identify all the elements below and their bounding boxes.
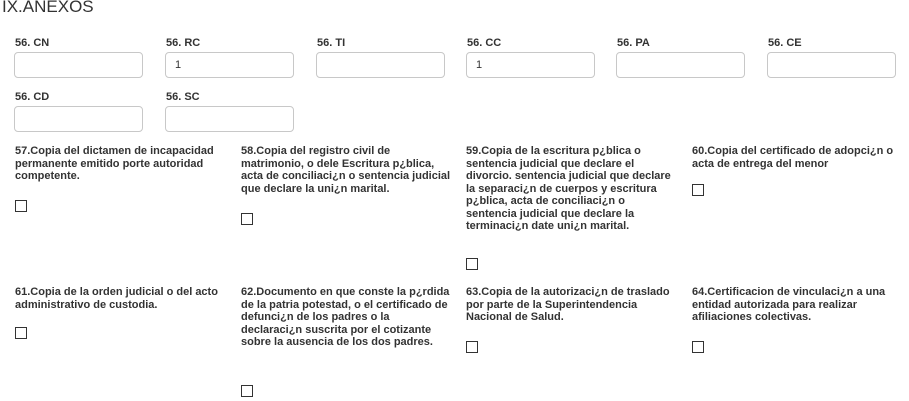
pa-input[interactable] (616, 52, 745, 78)
doc-61-checkbox[interactable] (15, 327, 27, 339)
rc-label: 56. RC (166, 37, 201, 49)
doc-62-checkbox[interactable] (241, 385, 253, 397)
section-title: IX.ANEXOS (2, 0, 94, 16)
ce-input[interactable] (767, 52, 896, 78)
cd-label: 56. CD (15, 91, 50, 103)
sc-input[interactable] (165, 106, 294, 132)
ti-input[interactable] (316, 52, 445, 78)
doc-58-label: 58.Copia del registro civil de matrimoni… (241, 145, 451, 195)
doc-64-label: 64.Certificacion de vinculaci¿n a una en… (692, 286, 886, 323)
doc-64-checkbox[interactable] (692, 341, 704, 353)
cn-input[interactable] (14, 52, 143, 78)
doc-63-label: 63.Copia de la autorizaci¿n de traslado … (466, 286, 670, 323)
rc-input[interactable] (165, 52, 294, 78)
doc-61-label: 61.Copia de la orden judicial o del acto… (15, 286, 218, 311)
ti-label: 56. TI (317, 37, 346, 49)
doc-62-label: 62.Documento en que conste la p¿rdida de… (241, 286, 450, 348)
doc-60-label: 60.Copia del certificado de adopci¿n o a… (692, 145, 894, 170)
doc-60-checkbox[interactable] (692, 184, 704, 196)
cc-input[interactable] (466, 52, 595, 78)
cn-label: 56. CN (15, 37, 50, 49)
doc-59-label: 59.Copia de la escritura p¿blica o sente… (466, 145, 671, 232)
doc-57-checkbox[interactable] (15, 200, 27, 212)
doc-63-checkbox[interactable] (466, 341, 478, 353)
pa-label: 56. PA (617, 37, 650, 49)
doc-58-checkbox[interactable] (241, 213, 253, 225)
sc-label: 56. SC (166, 91, 200, 103)
cd-input[interactable] (14, 106, 143, 132)
doc-59-checkbox[interactable] (466, 258, 478, 270)
cc-label: 56. CC (467, 37, 502, 49)
doc-57-label: 57.Copia del dictamen de incapacidad per… (15, 145, 214, 182)
ce-label: 56. CE (768, 37, 802, 49)
